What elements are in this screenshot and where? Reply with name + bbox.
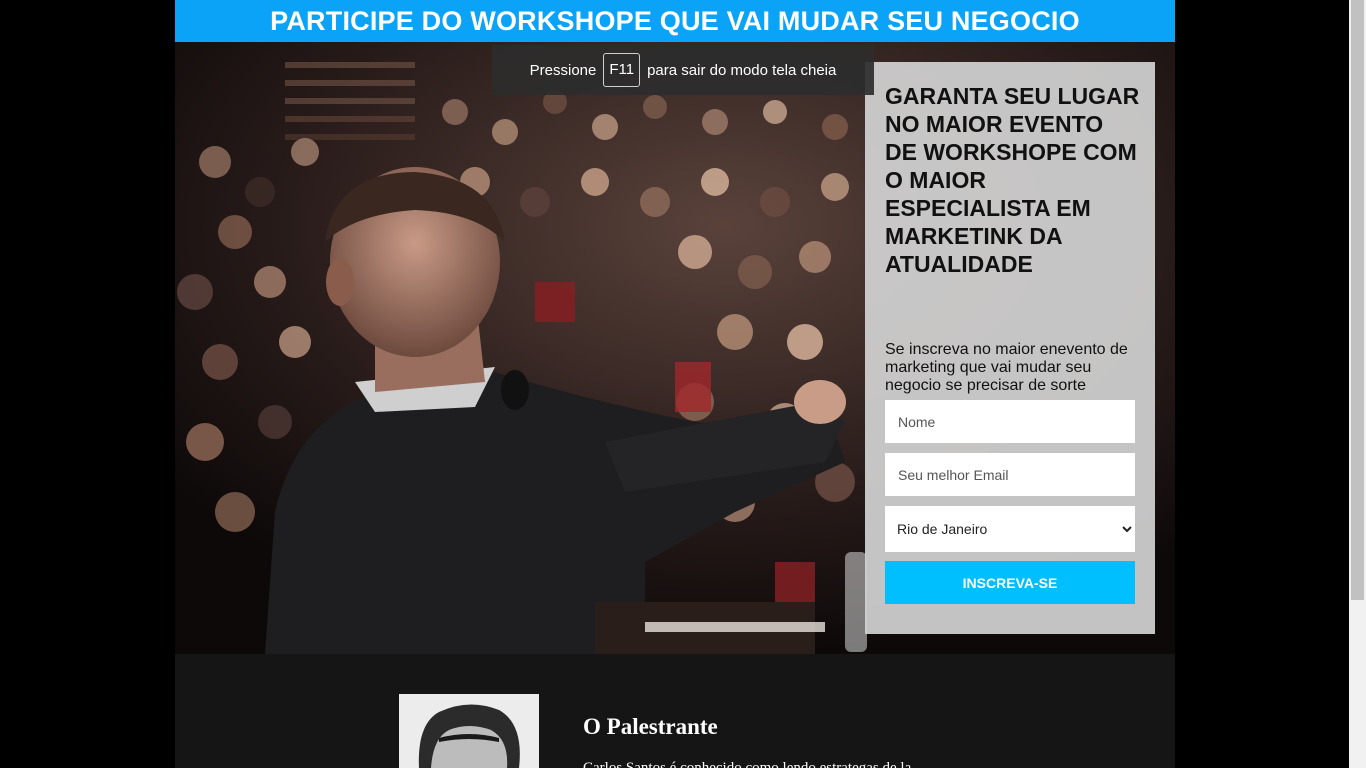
hero-section: GARANTA SEU LUGAR NO MAIOR EVENTO DE WOR… bbox=[175, 42, 1175, 654]
scrollbar-thumb[interactable] bbox=[1351, 0, 1364, 600]
banner-title: PARTICIPE DO WORKSHOPE QUE VAI MUDAR SEU… bbox=[270, 6, 1080, 36]
speaker-description: Carlos Santos é conhecido como lendo est… bbox=[583, 760, 923, 768]
speaker-section-title: O Palestrante bbox=[583, 714, 718, 739]
speaker-portrait-image bbox=[399, 694, 539, 768]
fullscreen-notice-suffix: para sair do modo tela cheia bbox=[647, 61, 837, 79]
speaker-photo bbox=[399, 694, 539, 768]
form-subtitle: Se inscreva no maior enevento de marketi… bbox=[885, 341, 1128, 394]
signup-submit-button[interactable]: INSCREVA-SE bbox=[885, 561, 1135, 604]
page-scrollbar[interactable] bbox=[1349, 0, 1366, 768]
top-banner: PARTICIPE DO WORKSHOPE QUE VAI MUDAR SEU… bbox=[175, 0, 1175, 42]
form-title: GARANTA SEU LUGAR NO MAIOR EVENTO DE WOR… bbox=[885, 83, 1140, 277]
city-select[interactable]: Rio de Janeiro bbox=[885, 506, 1135, 552]
landing-page: PARTICIPE DO WORKSHOPE QUE VAI MUDAR SEU… bbox=[175, 0, 1175, 768]
signup-form-card: GARANTA SEU LUGAR NO MAIOR EVENTO DE WOR… bbox=[865, 62, 1155, 634]
email-input[interactable] bbox=[885, 453, 1135, 496]
f11-key-badge: F11 bbox=[603, 53, 641, 87]
fullscreen-exit-notice: Pressione F11 para sair do modo tela che… bbox=[492, 45, 874, 95]
name-input[interactable] bbox=[885, 400, 1135, 443]
fullscreen-notice-prefix: Pressione bbox=[529, 61, 597, 79]
